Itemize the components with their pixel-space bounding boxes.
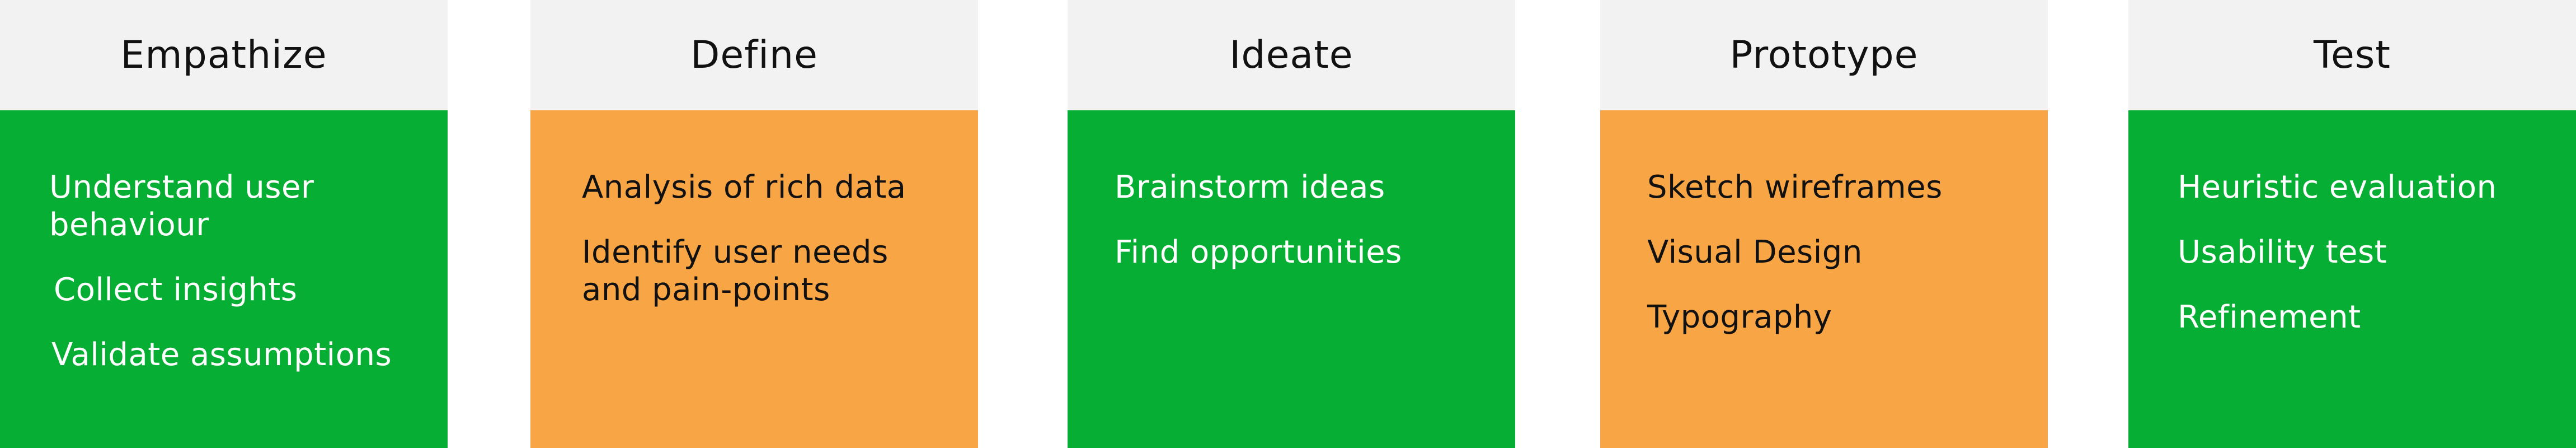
stage-header: Ideate <box>1068 0 1515 110</box>
stage-empathize: Empathize Understand user behaviour Coll… <box>0 0 448 448</box>
stage-item: Usability test <box>2178 234 2387 270</box>
stage-title: Empathize <box>120 33 327 77</box>
stage-item: Understand user behaviour <box>49 169 314 243</box>
stage-item: Brainstorm ideas <box>1115 169 1385 206</box>
stage-item: Collect insights <box>54 272 298 308</box>
stage-item: Find opportunities <box>1115 234 1402 270</box>
stage-item: Analysis of rich data <box>582 169 906 206</box>
stage-body: Analysis of rich data Identify user need… <box>530 110 978 448</box>
stage-title: Ideate <box>1229 33 1353 77</box>
stage-item: Validate assumptions <box>51 337 392 373</box>
stage-body: Sketch wireframes Visual Design Typograp… <box>1600 110 2048 448</box>
stage-item: Sketch wireframes <box>1647 169 1943 206</box>
stage-item: Visual Design <box>1647 234 1863 270</box>
stage-header: Define <box>530 0 978 110</box>
stage-header: Prototype <box>1600 0 2048 110</box>
stage-item: Heuristic evaluation <box>2178 169 2497 206</box>
stage-item: Refinement <box>2178 299 2361 335</box>
stage-define: Define Analysis of rich data Identify us… <box>530 0 978 448</box>
stage-title: Define <box>690 33 818 77</box>
stage-header: Test <box>2128 0 2576 110</box>
stage-item: Typography <box>1647 299 1832 335</box>
stage-header: Empathize <box>0 0 448 110</box>
stage-prototype: Prototype Sketch wireframes Visual Desig… <box>1600 0 2048 448</box>
stage-test: Test Heuristic evaluation Usability test… <box>2128 0 2576 448</box>
stage-title: Prototype <box>1729 33 1919 77</box>
stage-body: Heuristic evaluation Usability test Refi… <box>2128 110 2576 448</box>
stage-ideate: Ideate Brainstorm ideas Find opportuniti… <box>1068 0 1515 448</box>
stage-title: Test <box>2314 33 2391 77</box>
stage-item: Identify user needs and pain-points <box>582 234 889 308</box>
stage-body: Understand user behaviour Collect insigh… <box>0 110 448 448</box>
stage-body: Brainstorm ideas Find opportunities <box>1068 110 1515 448</box>
